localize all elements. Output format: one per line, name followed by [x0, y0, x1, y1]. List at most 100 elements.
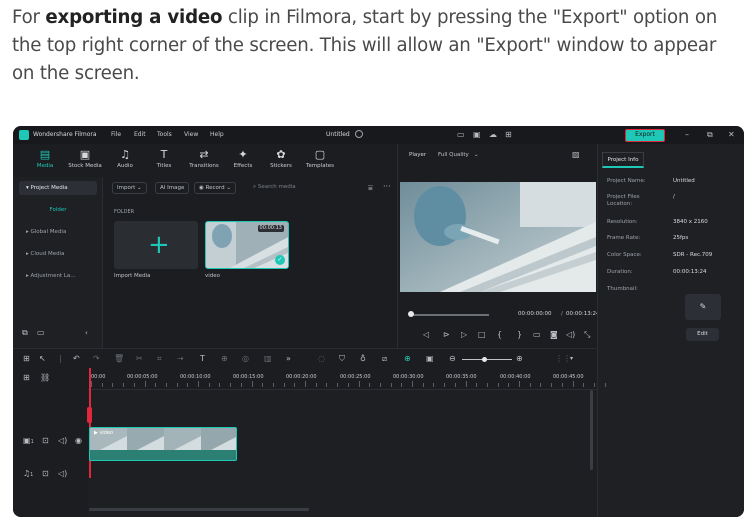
undo-icon[interactable]: ↶	[73, 354, 80, 364]
tab-stock-media[interactable]: ▣ Stock Media	[65, 148, 105, 170]
minimize-icon[interactable]: –	[685, 130, 689, 140]
pencil-icon: ✎	[699, 302, 707, 311]
close-icon[interactable]: ✕	[728, 130, 735, 140]
crop-icon[interactable]: ⌗	[157, 354, 162, 364]
shield-icon[interactable]: ⛉	[339, 354, 345, 364]
prop-key-project-files-location: Project Files Location:	[607, 194, 640, 207]
render-icon[interactable]: ◌	[318, 354, 325, 364]
tab-titles[interactable]: T Titles	[144, 148, 184, 170]
redo-icon[interactable]: ↷	[93, 354, 100, 364]
zoom-slider[interactable]	[462, 359, 512, 360]
filter-icon[interactable]: ⩸	[368, 183, 373, 193]
microphone-icon[interactable]: ♁	[360, 354, 366, 364]
audio-mute-icon[interactable]: ◁)	[58, 469, 67, 479]
select-tool-icon[interactable]: ↖	[39, 354, 46, 364]
speed-icon[interactable]: ⇢	[177, 354, 184, 364]
play-step-icon[interactable]: ⊳	[443, 330, 450, 340]
ruler-tick	[91, 381, 92, 387]
marker-icon[interactable]: ▣	[426, 354, 434, 364]
ruler-label: 00:00:25:00	[340, 374, 371, 380]
tab-transitions[interactable]: ⇄ Transitions	[184, 148, 224, 170]
playhead-handle[interactable]	[87, 407, 92, 423]
video-clip[interactable]: ▶ video	[89, 427, 237, 461]
edit-button[interactable]: Edit	[686, 328, 719, 341]
zoom-in-icon[interactable]: ⊕	[516, 354, 523, 364]
snapshot-icon[interactable]: ▨	[572, 150, 580, 160]
stop-icon[interactable]: □	[478, 330, 486, 340]
playback-progress-bar[interactable]	[411, 314, 489, 316]
zoom-clip-icon[interactable]: ⊕	[221, 354, 228, 364]
tab-stickers[interactable]: ✿ Stickers	[261, 148, 301, 170]
sidebar-item-cloud-media[interactable]: ▸ Cloud Media	[19, 247, 97, 261]
layout-grid-icon[interactable]: ⊞	[23, 354, 30, 364]
playhead[interactable]	[89, 368, 91, 478]
track-icon[interactable]: ⧄	[382, 354, 387, 364]
audio-detach-icon[interactable]: ▥	[264, 354, 272, 364]
menu-tools[interactable]: Tools	[157, 131, 172, 139]
audio-lock-icon[interactable]: ⊡	[42, 469, 49, 479]
restore-icon[interactable]: ⧉	[707, 130, 713, 140]
menu-edit[interactable]: Edit	[134, 131, 146, 139]
more-tools-icon[interactable]: »	[286, 354, 291, 364]
ruler-label: 00:00	[91, 374, 106, 380]
menu-file[interactable]: File	[111, 131, 121, 139]
mark-in-icon[interactable]: {	[497, 330, 502, 340]
volume-icon[interactable]: ◁)	[566, 330, 575, 340]
menu-view[interactable]: View	[184, 131, 198, 139]
color-icon[interactable]: ◎	[242, 354, 249, 364]
article-text-bold: exporting a video	[45, 7, 223, 28]
mark-out-icon[interactable]: }	[517, 330, 522, 340]
tab-project-info[interactable]: Project Info	[602, 152, 644, 168]
previous-frame-icon[interactable]: ◁	[423, 330, 429, 340]
add-track-icon[interactable]: ⊞	[23, 373, 30, 383]
record-dropdown[interactable]: ◉ Record ⌄	[194, 182, 236, 194]
menu-help[interactable]: Help	[210, 131, 224, 139]
cut-icon[interactable]: ✂	[136, 354, 143, 364]
ai-image-button[interactable]: AI Image	[155, 182, 190, 194]
prop-value-duration: 00:00:13:24	[673, 269, 707, 275]
tab-audio[interactable]: ♫ Audio	[105, 148, 145, 170]
lock-icon[interactable]: ⊡	[42, 436, 49, 446]
dropdown-icon[interactable]: ▾	[570, 354, 573, 364]
more-options-icon[interactable]: ···	[383, 182, 391, 192]
folder-icon[interactable]: ▭	[37, 328, 45, 338]
tab-stock-media-label: Stock Media	[68, 163, 102, 169]
zoom-out-icon[interactable]: ⊖	[449, 354, 456, 364]
tab-templates[interactable]: ▢ Templates	[300, 148, 340, 170]
sidebar-item-project-media[interactable]: ▾ Project Media	[19, 181, 97, 195]
fullscreen-icon[interactable]: ⤡	[584, 330, 590, 340]
camera-icon[interactable]: ◙	[550, 330, 558, 340]
delete-icon[interactable]: 🗑	[114, 354, 124, 364]
export-button[interactable]: Export	[625, 129, 665, 142]
playback-scrubber-handle[interactable]	[408, 311, 414, 317]
sidebar-item-folder[interactable]: Folder	[19, 203, 97, 217]
mute-icon[interactable]: ◁)	[58, 436, 67, 446]
eye-icon[interactable]: ◉	[75, 436, 82, 446]
grid-icon[interactable]: ⊞	[505, 130, 512, 140]
vertical-scrollbar[interactable]	[590, 390, 593, 470]
search-input[interactable]: ⌕ Search media	[253, 184, 296, 191]
view-options-icon[interactable]: ⋮⋮	[555, 354, 571, 364]
layout-icon[interactable]: ▭	[457, 130, 465, 140]
sidebar-item-adjustment-layer[interactable]: ▸ Adjustment La...	[19, 269, 97, 283]
display-icon[interactable]: ▭	[533, 330, 541, 340]
import-dropdown[interactable]: Import ⌄	[112, 182, 147, 194]
import-media-tile[interactable]: +	[114, 221, 198, 269]
snap-icon[interactable]: ⊕	[404, 354, 411, 364]
thumbnail-edit-box[interactable]: ✎	[685, 294, 721, 320]
play-icon[interactable]: ▷	[461, 330, 467, 340]
cloud-icon[interactable]: ☁	[489, 130, 497, 140]
sidebar-item-global-media[interactable]: ▸ Global Media	[19, 225, 97, 239]
collapse-sidebar-icon[interactable]: ‹	[85, 328, 88, 338]
prop-value-resolution: 3840 x 2160	[673, 219, 708, 225]
zoom-slider-handle[interactable]	[482, 357, 487, 362]
text-icon[interactable]: T	[200, 354, 205, 364]
link-icon[interactable]: ⛓	[40, 373, 50, 383]
quality-dropdown[interactable]: Full Quality ⌄	[438, 152, 479, 159]
horizontal-scrollbar[interactable]	[89, 508, 309, 511]
video-thumbnail[interactable]: 00:00:13 ✓	[205, 221, 289, 269]
tab-effects[interactable]: ✦ Effects	[223, 148, 263, 170]
save-icon[interactable]: ▣	[473, 130, 481, 140]
tab-media[interactable]: ▤ Media	[25, 148, 65, 170]
new-folder-icon[interactable]: ⧉	[22, 328, 28, 338]
